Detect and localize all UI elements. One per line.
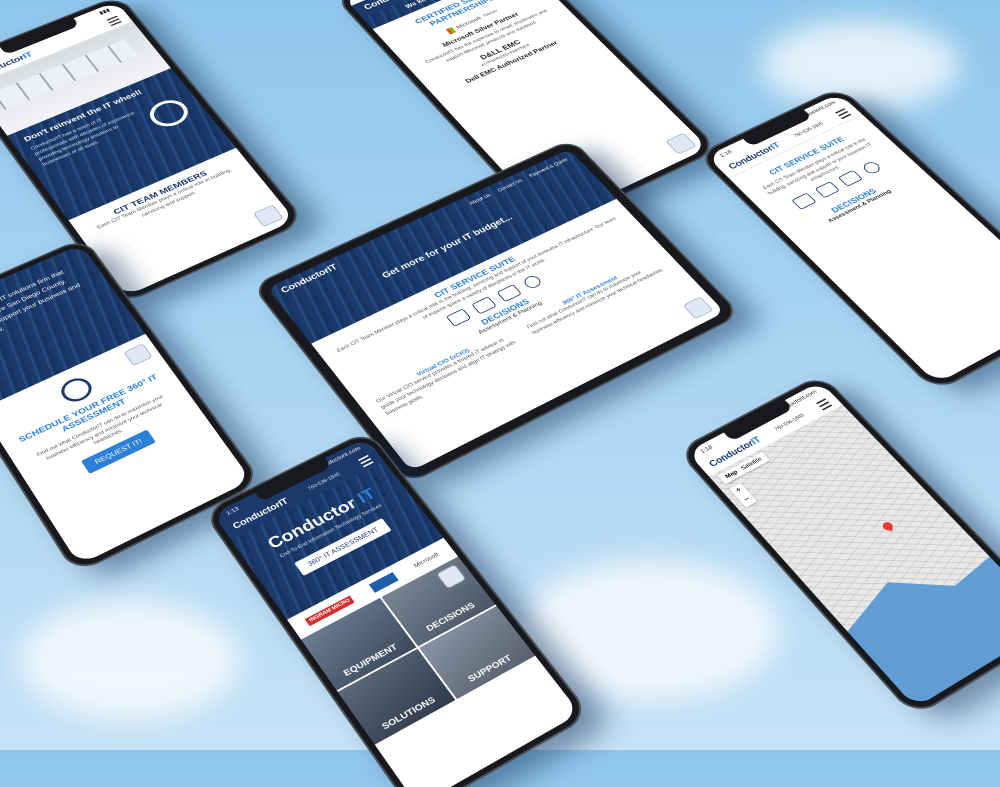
phone-screen[interactable]: 1:18▮▮▮ ConductorIT Don't reinvent the I… — [0, 1, 296, 297]
microsoft-logo: Microsoft — [412, 551, 440, 569]
tools-icon[interactable] — [791, 192, 817, 210]
chat-badge-icon[interactable] — [252, 204, 284, 228]
phone-right: 1:18 conductorit.com ConductorIT 760-536-… — [695, 86, 1000, 393]
intro-text: ConductorIT is an IT solutions firm that… — [0, 268, 82, 352]
menu-icon[interactable] — [835, 108, 852, 120]
map-pin-icon[interactable] — [882, 521, 894, 532]
server-icon[interactable] — [814, 181, 840, 199]
menu-icon[interactable] — [357, 454, 374, 468]
search-icon[interactable] — [860, 160, 883, 176]
map-tab[interactable]: Map — [724, 469, 739, 479]
site-logo[interactable]: ConductorIT — [279, 263, 339, 296]
phone-screen[interactable]: 1:18 conductorit.com ConductorIT 760-536-… — [687, 381, 1000, 708]
phone-bottom-center: 1:13 conductorit.com ConductorIT 760-536-… — [202, 429, 592, 787]
network-icon[interactable] — [496, 284, 523, 303]
phone-screen[interactable]: 1:13 conductorit.com ConductorIT 760-536-… — [212, 437, 580, 787]
tablet-screen[interactable]: ConductorIT About Us Contact Us Payment … — [267, 149, 725, 472]
tablet-center: ConductorIT About Us Contact Us Payment … — [251, 138, 742, 486]
hero-logo-it: IT — [354, 485, 380, 507]
phone-bottom-right: 1:18 conductorit.com ConductorIT 760-536-… — [676, 373, 1000, 718]
menu-icon[interactable] — [106, 15, 122, 27]
nav-contact[interactable]: Contact Us — [497, 179, 524, 193]
phone-screen[interactable]: 1:18 conductorit.com ConductorIT 760-536-… — [706, 93, 1000, 384]
magnifier-icon — [56, 373, 97, 406]
satellite-tab[interactable]: Satellite — [740, 456, 764, 471]
ocean-area — [812, 514, 1000, 708]
zoom-controls: + − — [729, 482, 758, 508]
microsoft-logo-sub: Partner — [482, 8, 499, 18]
tile-label: SUPPORT — [466, 653, 514, 685]
partnerships-section: CERTIFIED SERVICE PARTNERSHIPS Microsoft… — [373, 0, 599, 107]
nav-payment[interactable]: Payment & Quote — [529, 158, 569, 179]
chat-badge-icon[interactable] — [682, 296, 714, 320]
server-icon[interactable] — [471, 296, 498, 315]
chat-badge-icon[interactable] — [665, 132, 697, 155]
tools-icon[interactable] — [446, 308, 472, 327]
power-icon — [143, 95, 195, 132]
microsoft-squares-icon — [445, 26, 457, 35]
device-mockup-stage: 1:18▮▮▮ ConductorIT Don't reinvent the I… — [0, 0, 1000, 787]
logo-text: Conductor — [279, 266, 332, 296]
menu-icon[interactable] — [816, 398, 833, 411]
network-icon[interactable] — [837, 169, 864, 187]
tile-label: SOLUTIONS — [380, 695, 438, 733]
nav-about[interactable]: About Us — [469, 193, 492, 206]
search-icon[interactable] — [521, 274, 544, 291]
